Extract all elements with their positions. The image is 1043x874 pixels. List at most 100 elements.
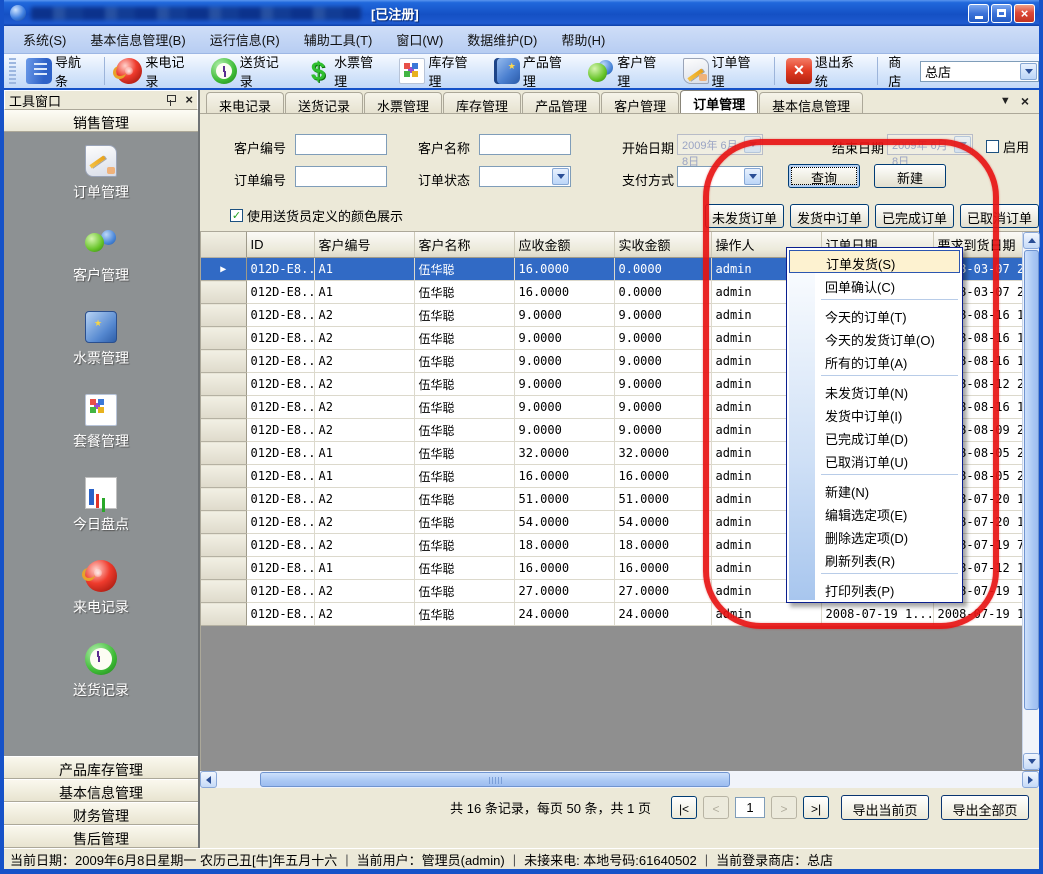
scroll-down-icon[interactable]: [1023, 753, 1040, 770]
row-selector-cell[interactable]: [201, 327, 246, 350]
sidebar-item-客户管理[interactable]: 客户管理: [4, 228, 198, 285]
row-selector-cell[interactable]: [201, 603, 246, 626]
menubar-item[interactable]: 窗口(W): [385, 27, 454, 52]
sidebar-item-订单管理[interactable]: 订单管理: [4, 145, 198, 202]
tab-客户管理[interactable]: 客户管理: [601, 92, 679, 113]
context-menu-item-新建(N)[interactable]: 新建(N): [789, 478, 960, 501]
context-menu-item-已取消订单(U)[interactable]: 已取消订单(U): [789, 448, 960, 471]
toolbar-button-导航条[interactable]: 导航条: [19, 50, 100, 92]
shop-combobox[interactable]: 总店: [920, 61, 1039, 82]
tab-list-dropdown-icon[interactable]: ▼: [1000, 95, 1011, 107]
tab-订单管理[interactable]: 订单管理: [680, 90, 758, 113]
vertical-scrollbar[interactable]: [1022, 232, 1039, 770]
sidebar-section-财务管理[interactable]: 财务管理: [4, 802, 198, 825]
sidebar-section-产品库存管理[interactable]: 产品库存管理: [4, 756, 198, 779]
sidebar-item-今日盘点[interactable]: 今日盘点: [4, 477, 198, 534]
end-date-picker[interactable]: 2009年 6月 8日: [887, 134, 973, 155]
pay-method-select[interactable]: [677, 166, 763, 187]
sidebar-section-基本信息管理[interactable]: 基本信息管理: [4, 779, 198, 802]
tab-库存管理[interactable]: 库存管理: [443, 92, 521, 113]
context-menu-item-订单发货(S)[interactable]: 订单发货(S): [789, 250, 960, 273]
horizontal-scroll-thumb[interactable]: [260, 772, 730, 787]
scroll-up-icon[interactable]: [1023, 232, 1040, 249]
toolbar-button-退出系统[interactable]: ×退出系统: [779, 50, 873, 92]
start-date-picker[interactable]: 2009年 6月 8日: [677, 134, 763, 155]
last-page-button[interactable]: >|: [803, 796, 829, 819]
menubar-item[interactable]: 数据维护(D): [456, 27, 548, 52]
tab-close-icon[interactable]: ×: [1021, 93, 1029, 109]
tab-产品管理[interactable]: 产品管理: [522, 92, 600, 113]
pin-icon[interactable]: [165, 94, 177, 106]
row-selector-cell[interactable]: [201, 419, 246, 442]
tab-基本信息管理[interactable]: 基本信息管理: [759, 92, 863, 113]
order-status-filter-已取消订单[interactable]: 已取消订单: [960, 204, 1039, 228]
row-selector-cell[interactable]: [201, 396, 246, 419]
context-menu-item-刷新列表(R)[interactable]: 刷新列表(R): [789, 547, 960, 570]
toolbar-button-库存管理[interactable]: 库存管理: [392, 50, 486, 92]
export-all-pages-button[interactable]: 导出全部页: [941, 795, 1029, 820]
toolbar-button-来电记录[interactable]: 来电记录: [109, 50, 203, 92]
menubar-item[interactable]: 帮助(H): [550, 27, 616, 52]
order-no-input[interactable]: [295, 166, 387, 187]
column-header-应收金额[interactable]: 应收金额: [514, 232, 614, 258]
row-selector-cell[interactable]: [201, 304, 246, 327]
context-menu-item-所有的订单(A)[interactable]: 所有的订单(A): [789, 349, 960, 372]
toolbar-grip[interactable]: [9, 58, 16, 84]
next-page-button[interactable]: >: [771, 796, 797, 819]
order-status-filter-未发货订单[interactable]: 未发货订单: [705, 204, 784, 228]
column-header-客户名称[interactable]: 客户名称: [414, 232, 514, 258]
sidebar-item-套餐管理[interactable]: 套餐管理: [4, 394, 198, 451]
row-selector-cell[interactable]: [201, 465, 246, 488]
row-selector-cell[interactable]: [201, 281, 246, 304]
sidebar-item-送货记录[interactable]: 送货记录: [4, 643, 198, 700]
context-menu-item-删除选定项(D)[interactable]: 删除选定项(D): [789, 524, 960, 547]
row-selector-cell[interactable]: [201, 442, 246, 465]
order-status-select[interactable]: [479, 166, 571, 187]
row-selector-cell[interactable]: [201, 373, 246, 396]
order-status-filter-已完成订单[interactable]: 已完成订单: [875, 204, 954, 228]
toolbar-button-产品管理[interactable]: 产品管理: [487, 50, 581, 92]
close-button[interactable]: ×: [1014, 4, 1035, 23]
column-header-ID[interactable]: ID: [246, 232, 314, 258]
sidebar-section-sales[interactable]: 销售管理: [4, 110, 198, 132]
menubar-item[interactable]: 运行信息(R): [199, 27, 291, 52]
toolbar-button-水票管理[interactable]: $水票管理: [298, 50, 392, 92]
row-selector-cell[interactable]: [201, 350, 246, 373]
menubar-item[interactable]: 系统(S): [12, 27, 77, 52]
context-menu-item-回单确认(C)[interactable]: 回单确认(C): [789, 273, 960, 296]
first-page-button[interactable]: |<: [671, 796, 697, 819]
new-button[interactable]: 新建: [874, 164, 946, 188]
chevron-down-icon[interactable]: [744, 168, 761, 185]
context-menu-item-今天的发货订单(O)[interactable]: 今天的发货订单(O): [789, 326, 960, 349]
menubar-item[interactable]: 基本信息管理(B): [79, 27, 196, 52]
minimize-button[interactable]: [968, 4, 989, 23]
toolbar-button-客户管理[interactable]: 客户管理: [581, 50, 675, 92]
customer-no-input[interactable]: [295, 134, 387, 155]
tab-水票管理[interactable]: 水票管理: [364, 92, 442, 113]
tab-送货记录[interactable]: 送货记录: [285, 92, 363, 113]
context-menu-item-今天的订单(T)[interactable]: 今天的订单(T): [789, 303, 960, 326]
horizontal-scrollbar[interactable]: [200, 770, 1039, 788]
context-menu-item-发货中订单(I)[interactable]: 发货中订单(I): [789, 402, 960, 425]
checkbox-box[interactable]: [986, 140, 999, 153]
chevron-down-icon[interactable]: [744, 136, 761, 153]
enable-checkbox[interactable]: 启用: [986, 137, 1029, 156]
tab-来电记录[interactable]: 来电记录: [206, 92, 284, 113]
row-selector-cell[interactable]: [201, 488, 246, 511]
scroll-right-icon[interactable]: [1022, 771, 1039, 788]
menubar-item[interactable]: 辅助工具(T): [293, 27, 384, 52]
toolbar-button-订单管理[interactable]: 订单管理: [676, 50, 770, 92]
context-menu-item-已完成订单(D)[interactable]: 已完成订单(D): [789, 425, 960, 448]
sidebar-section-售后管理[interactable]: 售后管理: [4, 825, 198, 848]
row-selector-cell[interactable]: ▶: [201, 258, 246, 281]
order-status-filter-发货中订单[interactable]: 发货中订单: [790, 204, 869, 228]
chevron-down-icon[interactable]: [552, 168, 569, 185]
context-menu-item-打印列表(P)[interactable]: 打印列表(P): [789, 577, 960, 600]
column-header-实收金额[interactable]: 实收金额: [614, 232, 711, 258]
query-button[interactable]: 查询: [788, 164, 860, 188]
row-selector-cell[interactable]: [201, 534, 246, 557]
page-number-input[interactable]: 1: [735, 797, 765, 818]
chevron-down-icon[interactable]: [954, 136, 971, 153]
chevron-down-icon[interactable]: [1020, 63, 1037, 80]
checkbox-checked-box[interactable]: ✓: [230, 209, 243, 222]
